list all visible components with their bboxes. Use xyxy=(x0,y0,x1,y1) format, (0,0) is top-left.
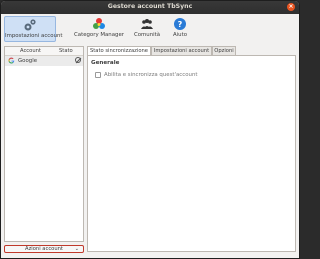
section-title: Generale xyxy=(91,60,120,66)
toolbar: Impostazioni account Category Manager Co… xyxy=(1,14,299,44)
toolbar-label: Category Manager xyxy=(74,32,124,38)
tab-account-settings[interactable]: Impostazioni account xyxy=(151,46,212,55)
svg-text:?: ? xyxy=(178,20,183,29)
accounts-list-header: Account Stato xyxy=(5,47,83,56)
enable-sync-label[interactable]: Abilita e sincronizza quest'account xyxy=(104,72,197,78)
toolbar-account-settings[interactable]: Impostazioni account xyxy=(4,16,63,42)
tab-content: Generale Abilita e sincronizza quest'acc… xyxy=(87,55,296,252)
google-icon xyxy=(8,57,15,64)
toolbar-label: Impostazioni account xyxy=(5,33,63,39)
toolbar-category-manager[interactable]: Category Manager xyxy=(74,16,124,42)
column-account[interactable]: Account xyxy=(20,48,41,54)
people-icon xyxy=(141,19,153,29)
toolbar-label: Aiuto xyxy=(172,32,187,38)
toolbar-community[interactable]: Comunità xyxy=(131,16,163,42)
column-status[interactable]: Stato xyxy=(59,48,73,54)
enable-sync-checkbox[interactable] xyxy=(95,72,101,78)
account-actions-label: Azioni account xyxy=(25,246,63,252)
accounts-panel: Account Stato Google Azioni account ⌄ xyxy=(4,46,84,253)
close-button[interactable]: × xyxy=(287,3,295,11)
toolbar-label: Comunità xyxy=(133,32,161,38)
tab-options[interactable]: Opzioni xyxy=(212,46,236,55)
gear-icon xyxy=(24,19,36,31)
account-row-google[interactable]: Google xyxy=(5,56,83,66)
tbsync-window: Gestore account TbSync × Impostazioni ac… xyxy=(0,0,300,259)
accounts-list[interactable]: Account Stato Google xyxy=(4,46,84,242)
category-circles-icon xyxy=(93,18,105,29)
account-name: Google xyxy=(18,58,38,64)
title-bar: Gestore account TbSync × xyxy=(1,1,299,14)
disabled-icon xyxy=(75,57,81,63)
window-title: Gestore account TbSync xyxy=(107,3,193,10)
toolbar-help[interactable]: ? Aiuto xyxy=(167,16,193,42)
chevron-down-icon: ⌄ xyxy=(74,246,79,252)
help-icon: ? xyxy=(174,18,186,30)
account-actions-button[interactable]: Azioni account ⌄ xyxy=(4,245,84,253)
